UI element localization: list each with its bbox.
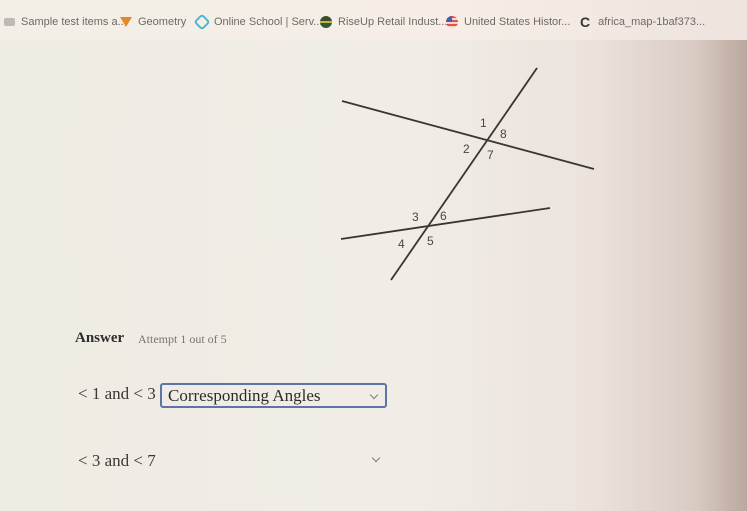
angle-label-4: 4 xyxy=(398,237,405,251)
us-flag-icon xyxy=(446,16,458,28)
question-prompt: < 3 and < 7 xyxy=(78,451,156,470)
bookmark-online-school[interactable]: Online School | Serv... xyxy=(193,13,323,31)
angle-label-7: 7 xyxy=(487,148,494,162)
riseup-icon xyxy=(320,16,332,28)
bookmark-label: africa_map-1baf373... xyxy=(598,16,706,28)
angle-label-3: 3 xyxy=(412,210,419,224)
chevron-down-icon xyxy=(371,453,381,463)
chevron-down-icon xyxy=(369,390,379,400)
bookmark-label: Geometry xyxy=(138,16,187,28)
question-prompt: < 1 and < 3 xyxy=(78,384,156,403)
bookmark-sample-test-items[interactable]: Sample test items a... xyxy=(4,14,127,30)
angle-label-2: 2 xyxy=(463,142,470,156)
angle-label-6: 6 xyxy=(440,209,447,223)
bookmark-label: United States Histor... xyxy=(464,16,571,28)
diamond-icon xyxy=(193,13,211,31)
bookmark-label: RiseUp Retail Indust... xyxy=(338,16,448,28)
answer-select-2[interactable] xyxy=(160,450,387,475)
answer-select-1[interactable]: Corresponding Angles xyxy=(160,383,387,408)
angle-label-5: 5 xyxy=(427,234,434,248)
geometry-icon xyxy=(120,17,132,27)
c-icon: C xyxy=(580,14,591,30)
answer-heading: Answer xyxy=(75,330,125,346)
bookmark-label: Online School | Serv... xyxy=(214,16,323,28)
parallel-lines-diagram: 1 2 7 8 3 4 5 6 xyxy=(340,67,595,281)
angle-label-1: 1 xyxy=(480,116,487,130)
document-icon xyxy=(4,18,15,26)
bookmark-riseup[interactable]: RiseUp Retail Indust... xyxy=(320,14,447,30)
transversal-line xyxy=(390,67,538,281)
bookmark-label: Sample test items a... xyxy=(21,16,127,28)
upper-line xyxy=(341,100,595,170)
angle-label-8: 8 xyxy=(500,127,507,141)
attempt-counter: Attempt 1 out of 5 xyxy=(138,332,227,346)
bookmarks-bar: Sample test items a... Geometry Online S… xyxy=(0,0,747,40)
bookmark-geometry[interactable]: Geometry xyxy=(120,14,186,30)
selected-value: Corresponding Angles xyxy=(168,386,321,405)
bookmark-africa-map[interactable]: C africa_map-1baf373... xyxy=(580,14,705,30)
bookmark-us-history[interactable]: United States Histor... xyxy=(446,14,570,30)
